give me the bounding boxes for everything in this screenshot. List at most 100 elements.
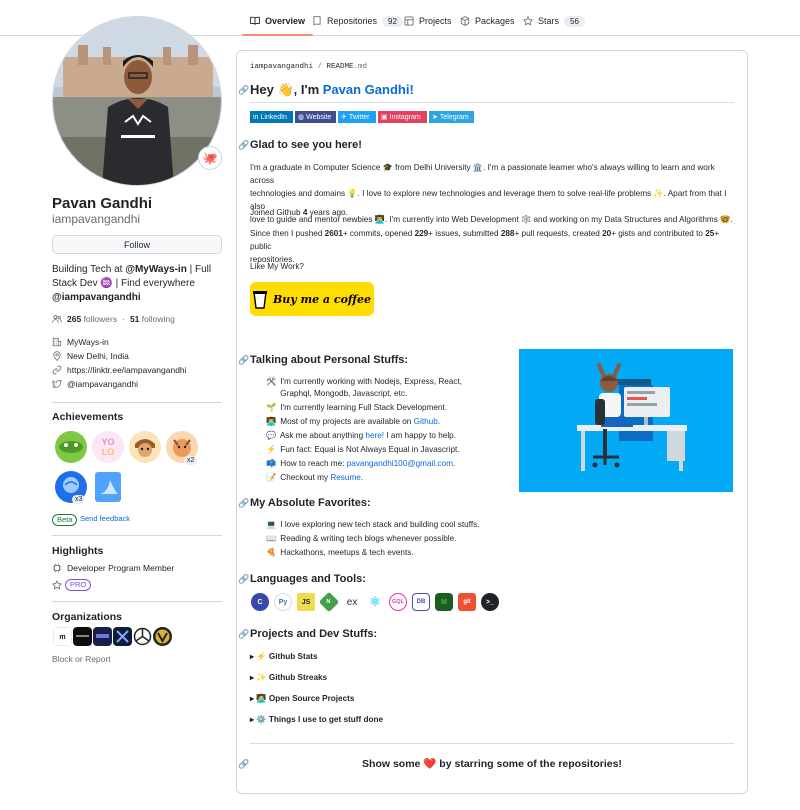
status-emoji[interactable]: 🐙 [198, 146, 222, 170]
list-item-text: Ask me about anything [279, 431, 366, 440]
tab-packages[interactable]: Packages [460, 10, 515, 32]
achievement-pull-shark[interactable] [54, 430, 88, 464]
achievement-developer-program[interactable] [91, 470, 125, 504]
org-avatar-6[interactable] [153, 627, 172, 646]
highlights-heading: Highlights [52, 545, 104, 557]
anchor-link-icon[interactable]: 🔗 [238, 574, 249, 585]
anchor-link-icon[interactable]: 🔗 [238, 85, 249, 96]
terminal-icon[interactable]: >_ [481, 593, 499, 611]
followers-count: 265 [67, 314, 82, 324]
sparkles-emoji-icon: ✨ [256, 673, 267, 682]
developer-program-text: Developer Program Member [67, 563, 175, 573]
twitter-link[interactable]: @iampavangandhi [67, 379, 138, 389]
developer-illustration [519, 349, 733, 492]
instagram-badge[interactable]: ▣ Instagram [378, 111, 427, 123]
nodejs-icon-label: N [326, 599, 332, 605]
linkedin-badge[interactable]: in LinkedIn [250, 111, 293, 123]
anchor-link-icon[interactable]: 🔗 [238, 140, 249, 151]
details-github-streaks[interactable]: ▸ ✨ Github Streaks [250, 672, 327, 683]
database-icon[interactable]: DB [412, 593, 430, 611]
org-avatar-4[interactable] [113, 627, 132, 646]
svg-text:YO: YO [101, 437, 114, 447]
list-item: 📖 Reading & writing tech blogs whenever … [266, 533, 566, 545]
repos-count: 25 [705, 229, 715, 238]
list-item-text: Fun fact: Equal is Not Always Equal in J… [280, 445, 460, 454]
tab-overview[interactable]: Overview [241, 10, 314, 36]
joined-paragraph: Joined Github 4 years ago. [250, 206, 734, 219]
follow-button[interactable]: Follow [52, 235, 222, 254]
bio-org-mention[interactable]: @MyWays-in [125, 264, 187, 275]
profile-login: iampavangandhi [52, 212, 141, 226]
following-link[interactable]: 51 following [130, 314, 175, 324]
graphql-icon[interactable]: GQL [389, 593, 407, 611]
list-item-text: Most of my projects are available on [280, 417, 414, 426]
avatar[interactable] [52, 16, 222, 186]
twitter-badge[interactable]: ✈ Twitter [338, 111, 376, 123]
status-emoji-text: 🐙 [202, 151, 218, 165]
followers-link[interactable]: 265 followers [67, 314, 117, 324]
book-icon [250, 16, 260, 26]
git-icon[interactable]: git [458, 593, 476, 611]
org-avatar-myways[interactable]: m [53, 627, 72, 646]
tab-projects[interactable]: Projects [404, 10, 452, 32]
heart-icon: ❤️ [423, 758, 437, 770]
github-link[interactable]: Github [414, 417, 438, 426]
bio-handle-mention[interactable]: @iampavangandhi [52, 292, 141, 303]
memo-emoji-icon: 📝 [266, 473, 277, 482]
readme-path-file: README [326, 63, 354, 71]
technologist-emoji-icon: 🧑‍💻 [256, 694, 267, 703]
list-item: 💬 Ask me about anything here! I am happy… [266, 430, 506, 442]
list-item: 💻 I love exploring new tech stack and bu… [266, 519, 566, 531]
tab-repositories[interactable]: Repositories 92 [312, 10, 403, 32]
anchor-link-icon[interactable]: 🔗 [238, 355, 249, 366]
star-icon [52, 580, 62, 590]
details-things-i-use[interactable]: ▸ ⚙️ Things I use to get stuff done [250, 714, 383, 725]
org-avatar-2[interactable] [73, 627, 92, 646]
mongodb-icon[interactable]: M [435, 593, 453, 611]
python-icon[interactable]: Py [274, 593, 292, 611]
table-icon [404, 16, 414, 26]
anchor-link-icon[interactable]: 🔗 [238, 759, 249, 770]
commits-count: 2601 [324, 229, 343, 238]
achievements-heading: Achievements [52, 411, 124, 423]
readme-path-user[interactable]: iampavangandhi [250, 63, 313, 71]
beta-label: Beta [52, 514, 78, 526]
details-open-source[interactable]: ▸ 🧑‍💻 Open Source Projects [250, 693, 354, 704]
prs-count: 288 [500, 229, 515, 238]
org-avatar-3[interactable] [93, 627, 112, 646]
telegram-badge[interactable]: ➤ Telegram [429, 111, 474, 123]
org-avatar-5[interactable] [133, 627, 152, 646]
react-icon[interactable]: ⚛ [366, 593, 384, 611]
anchor-link-icon[interactable]: 🔗 [238, 629, 249, 640]
website-badge[interactable]: ◍ Website [295, 111, 336, 123]
send-feedback-link[interactable]: Send feedback [80, 514, 130, 523]
here-link[interactable]: here! [365, 431, 384, 440]
tab-stars[interactable]: Stars 56 [523, 10, 585, 32]
divider [52, 402, 222, 403]
list-item-text: . [452, 459, 456, 468]
resume-link[interactable]: Resume [330, 473, 361, 482]
c-language-icon[interactable]: C [251, 593, 269, 611]
email-link[interactable]: pavangandhi100@gmail.com [347, 459, 453, 468]
footer-text: Show some [362, 758, 424, 770]
heading-underline [250, 102, 734, 103]
twitter-icon [52, 379, 62, 389]
link-icon [52, 365, 62, 375]
website-link[interactable]: https://linktr.ee/iampavangandhi [67, 365, 187, 375]
greeting-name-link[interactable]: Pavan Gandhi! [323, 82, 414, 97]
express-icon[interactable]: ex [343, 593, 361, 611]
buy-me-a-coffee-button[interactable]: Buy me a coffee [250, 282, 374, 316]
star-icon [523, 16, 533, 26]
javascript-icon[interactable]: JS [297, 593, 315, 611]
anchor-link-icon[interactable]: 🔗 [238, 498, 249, 509]
cpu-icon [52, 563, 62, 573]
joined-suffix: years ago. [307, 208, 348, 217]
tab-repositories-label: Repositories [327, 16, 378, 26]
block-or-report-link[interactable]: Block or Report [52, 654, 111, 664]
achievement-quickdraw[interactable] [128, 430, 162, 464]
technologist-emoji-icon: 👨‍💻 [266, 417, 277, 426]
details-github-stats[interactable]: ▸ ⚡ Github Stats [250, 651, 318, 662]
tab-stars-label: Stars [538, 16, 560, 26]
greeting-text: Hey 👋, I'm [250, 82, 323, 97]
achievement-yolo[interactable]: YOLO [91, 430, 125, 464]
